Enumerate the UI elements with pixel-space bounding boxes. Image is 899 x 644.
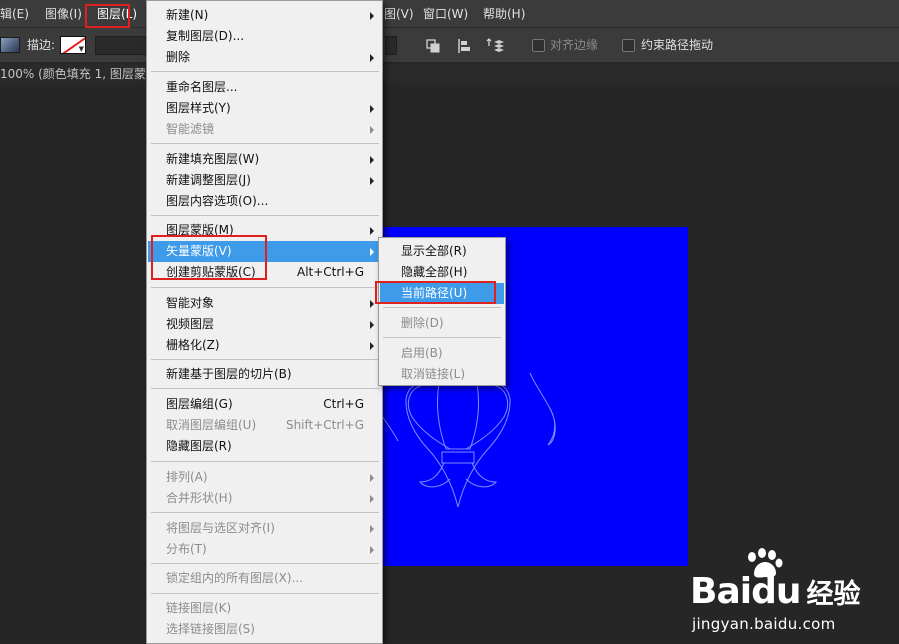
menu-window[interactable]: 窗口(W) bbox=[423, 0, 468, 28]
stroke-color-swatch[interactable]: ▼ bbox=[60, 36, 86, 54]
submenu-arrow-icon bbox=[370, 474, 374, 482]
submenu-arrow-icon bbox=[370, 495, 374, 503]
align-edges-label: 对齐边缘 bbox=[550, 38, 599, 52]
menu-separator bbox=[151, 287, 379, 288]
baidu-url-text: jingyan.baidu.com bbox=[692, 615, 836, 633]
vector-mask-submenu: 显示全部(R) 隐藏全部(H) 当前路径(U) 删除(D) 启用(B) 取消链接… bbox=[378, 237, 506, 386]
menu-item-smart-filter[interactable]: 智能滤镜 bbox=[148, 119, 381, 140]
submenu-arrow-icon bbox=[370, 525, 374, 533]
options-bar: 描边: ▼ 对齐边缘 约束路径拖动 bbox=[0, 28, 899, 63]
path-arrangement-icon[interactable] bbox=[486, 37, 504, 54]
baidu-jingyan-watermark: Baidu 经验 jingyan.baidu.com bbox=[690, 548, 895, 640]
menu-item-new[interactable]: 新建(N) bbox=[148, 5, 381, 26]
menu-item-align-layers-to-selection[interactable]: 将图层与选区对齐(I) bbox=[148, 518, 381, 539]
menu-item-video-layer[interactable]: 视频图层 bbox=[148, 314, 381, 335]
menu-item-layer-content-options[interactable]: 图层内容选项(O)... bbox=[148, 191, 381, 212]
submenu-arrow-icon bbox=[370, 300, 374, 308]
menu-item-link-layers[interactable]: 链接图层(K) bbox=[148, 598, 381, 619]
stroke-label: 描边: bbox=[27, 38, 56, 52]
menu-item-rasterize[interactable]: 栅格化(Z) bbox=[148, 335, 381, 356]
menu-item-rename-layer[interactable]: 重命名图层... bbox=[148, 77, 381, 98]
submenu-arrow-icon bbox=[370, 105, 374, 113]
submenu-arrow-icon bbox=[370, 126, 374, 134]
submenu-item-delete[interactable]: 删除(D) bbox=[380, 313, 504, 334]
menu-separator bbox=[151, 359, 379, 360]
submenu-arrow-icon bbox=[370, 12, 374, 20]
menu-image[interactable]: 图像(I) bbox=[45, 0, 82, 28]
menu-item-combine-shapes[interactable]: 合并形状(H) bbox=[148, 488, 381, 509]
submenu-arrow-icon bbox=[370, 156, 374, 164]
submenu-arrow-icon bbox=[370, 321, 374, 329]
fill-swatch-icon[interactable] bbox=[0, 37, 20, 53]
submenu-item-reveal-all[interactable]: 显示全部(R) bbox=[380, 241, 504, 262]
submenu-item-hide-all[interactable]: 隐藏全部(H) bbox=[380, 262, 504, 283]
menu-item-vector-mask[interactable]: 矢量蒙版(V) bbox=[148, 241, 381, 262]
menu-separator bbox=[151, 563, 379, 564]
submenu-item-current-path[interactable]: 当前路径(U) bbox=[380, 283, 504, 304]
submenu-separator bbox=[383, 337, 501, 338]
menu-item-distribute[interactable]: 分布(T) bbox=[148, 539, 381, 560]
menu-item-hide-layers[interactable]: 隐藏图层(R) bbox=[148, 436, 381, 457]
submenu-arrow-icon bbox=[370, 342, 374, 350]
menu-item-create-clipping-mask[interactable]: 创建剪贴蒙版(C) Alt+Ctrl+G bbox=[148, 262, 381, 283]
stroke-width-field[interactable] bbox=[95, 36, 147, 55]
submenu-arrow-icon bbox=[370, 54, 374, 62]
menu-help[interactable]: 帮助(H) bbox=[483, 0, 525, 28]
menu-edit[interactable]: 辑(E) bbox=[0, 0, 29, 28]
constrain-path-checkbox[interactable] bbox=[622, 39, 635, 52]
menu-item-arrange[interactable]: 排列(A) bbox=[148, 467, 381, 488]
submenu-arrow-icon bbox=[370, 227, 374, 235]
path-alignment-icon[interactable] bbox=[455, 37, 473, 54]
submenu-item-unlink[interactable]: 取消链接(L) bbox=[380, 364, 504, 385]
menu-item-layer-style[interactable]: 图层样式(Y) bbox=[148, 98, 381, 119]
menu-item-layer-mask[interactable]: 图层蒙版(M) bbox=[148, 220, 381, 241]
menu-item-duplicate-layer[interactable]: 复制图层(D)... bbox=[148, 26, 381, 47]
submenu-separator bbox=[383, 307, 501, 308]
menu-item-delete[interactable]: 删除 bbox=[148, 47, 381, 68]
document-tab-title[interactable]: 100% (颜色填充 1, 图层蒙 bbox=[0, 64, 146, 84]
menu-item-smart-object[interactable]: 智能对象 bbox=[148, 293, 381, 314]
menubar: 辑(E) 图像(I) 图层(L) 图(V) 窗口(W) 帮助(H) bbox=[0, 0, 899, 28]
path-field[interactable] bbox=[385, 36, 397, 55]
menu-separator bbox=[151, 593, 379, 594]
menu-separator bbox=[151, 71, 379, 72]
menu-item-ungroup-layers[interactable]: 取消图层编组(U) Shift+Ctrl+G bbox=[148, 415, 381, 436]
menu-separator bbox=[151, 143, 379, 144]
menu-item-new-fill-layer[interactable]: 新建填充图层(W) bbox=[148, 149, 381, 170]
menu-layer[interactable]: 图层(L) bbox=[97, 0, 137, 28]
submenu-arrow-icon bbox=[370, 248, 374, 256]
document-tab-bar: 100% (颜色填充 1, 图层蒙 bbox=[0, 64, 899, 84]
baidu-brand-text: Baidu 经验 bbox=[690, 571, 861, 612]
submenu-item-enable[interactable]: 启用(B) bbox=[380, 343, 504, 364]
menu-item-new-layer-based-slice[interactable]: 新建基于图层的切片(B) bbox=[148, 364, 381, 385]
menu-separator bbox=[151, 215, 379, 216]
menu-item-new-adjustment-layer[interactable]: 新建调整图层(J) bbox=[148, 170, 381, 191]
menu-view[interactable]: 图(V) bbox=[384, 0, 414, 28]
submenu-arrow-icon bbox=[370, 177, 374, 185]
menu-separator bbox=[151, 512, 379, 513]
layer-menu: 新建(N) 复制图层(D)... 删除 重命名图层... 图层样式(Y) 智能滤… bbox=[146, 0, 383, 644]
submenu-arrow-icon bbox=[370, 546, 374, 554]
align-edges-checkbox[interactable] bbox=[532, 39, 545, 52]
menu-separator bbox=[151, 388, 379, 389]
menu-item-select-linked-layers[interactable]: 选择链接图层(S) bbox=[148, 619, 381, 640]
constrain-path-label: 约束路径拖动 bbox=[641, 38, 714, 52]
menu-item-lock-all-layers-in-group[interactable]: 锁定组内的所有图层(X)... bbox=[148, 568, 381, 589]
path-operations-icon[interactable] bbox=[424, 37, 442, 54]
menu-separator bbox=[151, 461, 379, 462]
menu-item-group-layers[interactable]: 图层编组(G) Ctrl+G bbox=[148, 394, 381, 415]
